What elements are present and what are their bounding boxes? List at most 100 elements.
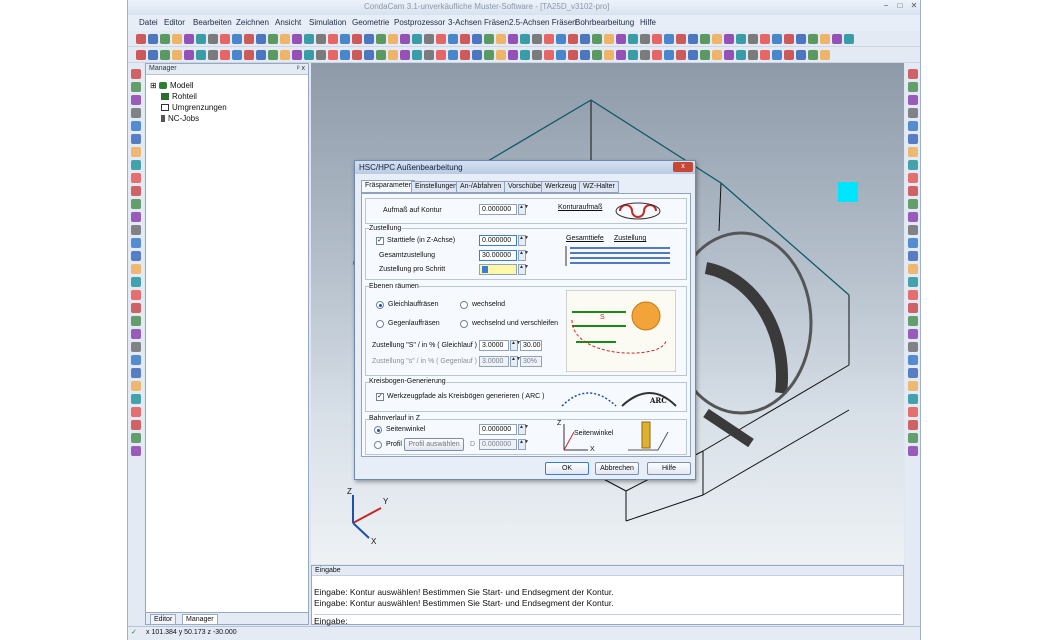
toolbar-tool-icon[interactable] [184, 50, 194, 60]
toolbar-tool-icon[interactable] [412, 50, 422, 60]
toolbar-tool-icon[interactable] [496, 50, 506, 60]
toolbar-tool-icon[interactable] [616, 50, 626, 60]
toolbar-tool-icon[interactable] [712, 50, 722, 60]
toolbar-tool-icon[interactable] [544, 34, 554, 44]
toolbar-tool-icon[interactable] [844, 34, 854, 44]
aufmass-spinner[interactable]: ▲▼ [518, 204, 529, 215]
dialog-close-button[interactable]: x [673, 162, 693, 172]
toolbar-tool-icon[interactable] [292, 34, 302, 44]
tab-manager[interactable]: Manager [182, 614, 218, 625]
starttiefe-input[interactable]: 0.000000 [479, 235, 517, 246]
toolbar-tool-icon[interactable] [412, 34, 422, 44]
toolbar-tool-icon[interactable] [664, 34, 674, 44]
toolbar-tool-icon[interactable] [908, 238, 918, 248]
toolbar-tool-icon[interactable] [908, 446, 918, 456]
toolbar-tool-icon[interactable] [131, 342, 141, 352]
toolbar-tool-icon[interactable] [820, 34, 830, 44]
toolbar-tool-icon[interactable] [592, 34, 602, 44]
toolbar-tool-icon[interactable] [376, 50, 386, 60]
profil-input[interactable]: 0.000000 [479, 439, 517, 450]
radio-seitenwinkel[interactable] [374, 426, 382, 434]
menu-simulation[interactable]: Simulation [309, 18, 346, 27]
gesamtzustellung-spinner[interactable]: ▲▼ [518, 250, 529, 261]
toolbar-tool-icon[interactable] [131, 407, 141, 417]
toolbar-tool-icon[interactable] [436, 50, 446, 60]
toolbar-tool-icon[interactable] [652, 50, 662, 60]
toolbar-tool-icon[interactable] [131, 303, 141, 313]
toolbar-tool-icon[interactable] [688, 50, 698, 60]
toolbar-tool-icon[interactable] [592, 50, 602, 60]
toolbar-tool-icon[interactable] [424, 50, 434, 60]
toolbar-tool-icon[interactable] [340, 34, 350, 44]
toolbar-tool-icon[interactable] [304, 34, 314, 44]
toolbar-tool-icon[interactable] [364, 50, 374, 60]
toolbar-tool-icon[interactable] [131, 134, 141, 144]
toolbar-tool-icon[interactable] [172, 34, 182, 44]
toolbar-tool-icon[interactable] [131, 108, 141, 118]
toolbar-tool-icon[interactable] [568, 50, 578, 60]
toolbar-tool-icon[interactable] [556, 34, 566, 44]
menu-postprozessor[interactable]: Postprozessor [394, 18, 445, 27]
toolbar-tool-icon[interactable] [131, 368, 141, 378]
zustellung-gegenlauf-pct[interactable]: 30% [520, 356, 542, 367]
toolbar-tool-icon[interactable] [460, 50, 470, 60]
toolbar-tool-icon[interactable] [568, 34, 578, 44]
aufmass-input[interactable]: 0.000000 [479, 204, 517, 215]
toolbar-tool-icon[interactable] [908, 82, 918, 92]
command-input[interactable]: Eingabe: [314, 614, 901, 626]
toolbar-tool-icon[interactable] [520, 50, 530, 60]
toolbar-tool-icon[interactable] [784, 34, 794, 44]
toolbar-tool-icon[interactable] [808, 50, 818, 60]
toolbar-tool-icon[interactable] [131, 212, 141, 222]
toolbar-tool-icon[interactable] [400, 50, 410, 60]
toolbar-tool-icon[interactable] [352, 34, 362, 44]
toolbar-tool-icon[interactable] [748, 50, 758, 60]
toolbar-tool-icon[interactable] [131, 264, 141, 274]
toolbar-tool-icon[interactable] [908, 199, 918, 209]
cancel-button[interactable]: Abbrechen [595, 462, 639, 475]
close-button[interactable]: ✕ [908, 1, 920, 13]
toolbar-tool-icon[interactable] [676, 34, 686, 44]
toolbar-tool-icon[interactable] [316, 34, 326, 44]
toolbar-tool-icon[interactable] [328, 34, 338, 44]
toolbar-tool-icon[interactable] [304, 50, 314, 60]
help-button[interactable]: Hilfe [647, 462, 691, 475]
radio-gleichlauf[interactable] [376, 301, 384, 309]
toolbar-tool-icon[interactable] [772, 50, 782, 60]
toolbar-tool-icon[interactable] [908, 251, 918, 261]
menu-2-5-achsen[interactable]: 2.5-Achsen Fräsen [509, 18, 577, 27]
menu-bearbeiten[interactable]: Bearbeiten [193, 18, 232, 27]
toolbar-tool-icon[interactable] [908, 342, 918, 352]
toolbar-tool-icon[interactable] [131, 355, 141, 365]
toolbar-tool-icon[interactable] [908, 433, 918, 443]
toolbar-tool-icon[interactable] [131, 199, 141, 209]
tree-item-umgrenzungen[interactable]: Umgrenzungen [161, 103, 227, 112]
toolbar-tool-icon[interactable] [280, 50, 290, 60]
toolbar-tool-icon[interactable] [908, 355, 918, 365]
toolbar-tool-icon[interactable] [640, 34, 650, 44]
menu-editor[interactable]: Editor [164, 18, 185, 27]
menu-hilfe[interactable]: Hilfe [640, 18, 656, 27]
toolbar-tool-icon[interactable] [232, 50, 242, 60]
toolbar-tool-icon[interactable] [436, 34, 446, 44]
zustellung-gleichlauf-spinner[interactable]: ▲▼ [510, 340, 521, 351]
toolbar-tool-icon[interactable] [688, 34, 698, 44]
toolbar-tool-icon[interactable] [148, 50, 158, 60]
toolbar-tool-icon[interactable] [131, 290, 141, 300]
toolbar-tool-icon[interactable] [136, 34, 146, 44]
menu-ansicht[interactable]: Ansicht [275, 18, 301, 27]
toolbar-tool-icon[interactable] [908, 160, 918, 170]
toolbar-tool-icon[interactable] [908, 290, 918, 300]
toolbar-tool-icon[interactable] [328, 50, 338, 60]
profil-spinner[interactable]: ▲▼ [518, 439, 529, 450]
toolbar-tool-icon[interactable] [220, 50, 230, 60]
toolbar-tool-icon[interactable] [280, 34, 290, 44]
toolbar-tool-icon[interactable] [208, 34, 218, 44]
toolbar-tool-icon[interactable] [908, 368, 918, 378]
tree-item-rohteil[interactable]: Rohteil [161, 92, 197, 101]
toolbar-tool-icon[interactable] [220, 34, 230, 44]
toolbar-tool-icon[interactable] [784, 50, 794, 60]
toolbar-tool-icon[interactable] [908, 147, 918, 157]
ok-button[interactable]: OK [545, 462, 589, 475]
toolbar-tool-icon[interactable] [131, 316, 141, 326]
